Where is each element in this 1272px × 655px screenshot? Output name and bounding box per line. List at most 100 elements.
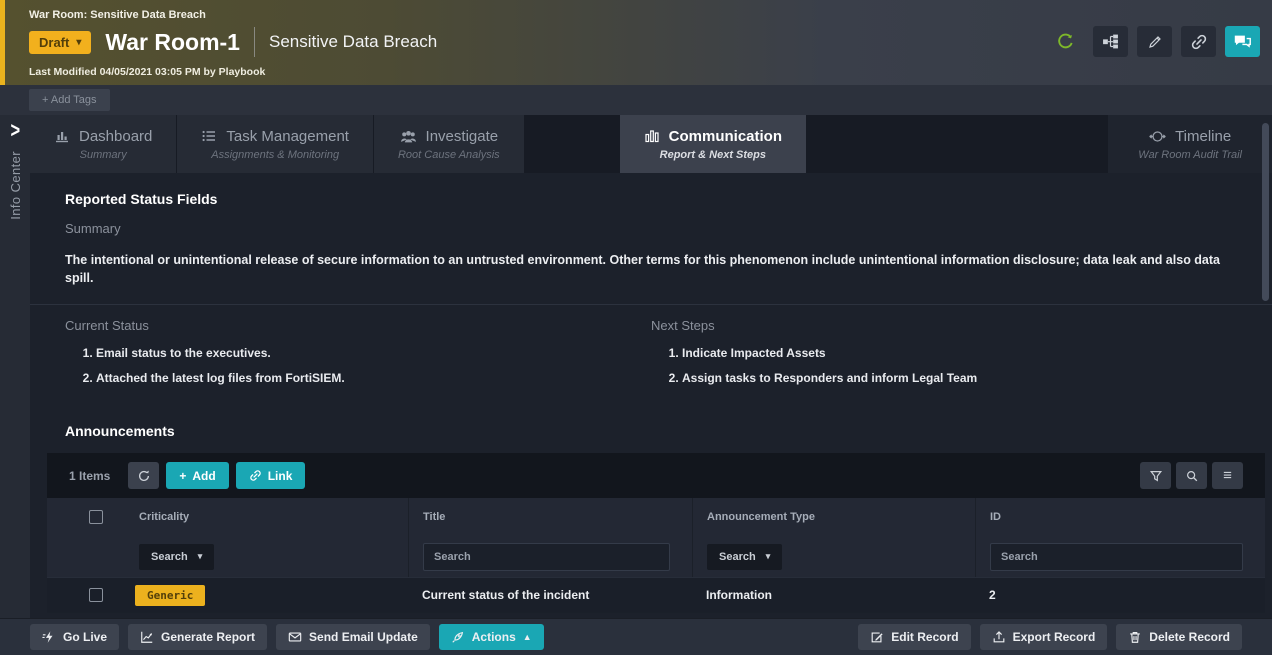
comments-button[interactable] bbox=[1225, 26, 1260, 57]
tab-bar-gap bbox=[525, 115, 620, 173]
tab-sublabel: War Room Audit Trail bbox=[1138, 149, 1242, 161]
record-name: Sensitive Data Breach bbox=[269, 32, 437, 52]
column-header-criticality: Criticality bbox=[139, 511, 189, 523]
type-filter-dropdown[interactable]: Search ▾ bbox=[707, 544, 782, 570]
playbooks-button[interactable] bbox=[1093, 26, 1128, 57]
copy-link-button[interactable] bbox=[1181, 26, 1216, 57]
info-center-label: Info Center bbox=[8, 151, 23, 220]
announcements-toolbar: 1 Items + Add Link bbox=[47, 453, 1265, 498]
column-header-id: ID bbox=[990, 511, 1001, 523]
criticality-filter-dropdown[interactable]: Search ▾ bbox=[139, 544, 214, 570]
footer-right-group: Edit Record Export Record Delete Record bbox=[858, 624, 1242, 650]
next-steps-label: Next Steps bbox=[651, 318, 1237, 333]
table-row[interactable]: Generic Current status of the incident I… bbox=[47, 578, 1265, 613]
tab-bar: Dashboard Summary Task Management Assign… bbox=[30, 115, 1272, 173]
tab-label: Dashboard bbox=[79, 128, 152, 145]
current-status-column: Current Status Email status to the execu… bbox=[65, 318, 651, 396]
chat-icon bbox=[1233, 32, 1252, 51]
tab-timeline[interactable]: Timeline War Room Audit Trail bbox=[1108, 115, 1272, 173]
tab-sublabel: Summary bbox=[80, 149, 127, 161]
list-item: Attached the latest log files from Forti… bbox=[96, 371, 651, 385]
timeline-icon bbox=[1149, 128, 1166, 145]
id-search-input[interactable] bbox=[990, 543, 1243, 571]
header-actions bbox=[1056, 26, 1260, 57]
page-title: War Room-1 bbox=[105, 29, 240, 56]
edit-record-label: Edit Record bbox=[891, 630, 958, 644]
breadcrumb: War Room: Sensitive Data Breach bbox=[29, 9, 1272, 21]
filter-icon bbox=[1149, 469, 1163, 483]
table-menu-button[interactable]: ≡ bbox=[1212, 462, 1243, 489]
sync-status-icon bbox=[1056, 32, 1075, 51]
export-icon bbox=[992, 630, 1006, 644]
generate-report-button[interactable]: Generate Report bbox=[128, 624, 267, 650]
caret-down-icon: ▾ bbox=[76, 37, 81, 48]
delete-record-button[interactable]: Delete Record bbox=[1116, 624, 1242, 650]
announcements-heading: Announcements bbox=[30, 396, 1272, 453]
export-record-button[interactable]: Export Record bbox=[980, 624, 1108, 650]
tab-communication[interactable]: Communication Report & Next Steps bbox=[620, 115, 806, 173]
link-label: Link bbox=[268, 469, 293, 483]
go-live-button[interactable]: Go Live bbox=[30, 624, 119, 650]
last-modified: Last Modified 04/05/2021 03:05 PM by Pla… bbox=[29, 66, 1272, 78]
filter-button[interactable] bbox=[1140, 462, 1171, 489]
edit-record-icon bbox=[870, 630, 884, 644]
vertical-scrollbar[interactable] bbox=[1262, 119, 1269, 614]
announcements-panel: 1 Items + Add Link bbox=[47, 453, 1265, 613]
tab-task-management[interactable]: Task Management Assignments & Monitoring bbox=[177, 115, 373, 173]
expand-chevron-icon[interactable]: > bbox=[10, 118, 20, 144]
tab-label: Investigate bbox=[426, 128, 499, 145]
actions-button[interactable]: Actions ▲ bbox=[439, 624, 544, 650]
row-id: 2 bbox=[989, 588, 996, 602]
add-label: Add bbox=[192, 469, 215, 483]
toolbar-right: ≡ bbox=[1140, 462, 1243, 489]
search-button[interactable] bbox=[1176, 462, 1207, 489]
edit-button[interactable] bbox=[1137, 26, 1172, 57]
tab-dashboard[interactable]: Dashboard Summary bbox=[30, 115, 176, 173]
link-announcement-button[interactable]: Link bbox=[236, 462, 306, 489]
send-email-label: Send Email Update bbox=[309, 630, 418, 644]
plus-icon: + bbox=[179, 469, 186, 483]
war-room-app: War Room: Sensitive Data Breach Draft ▾ … bbox=[0, 0, 1272, 655]
info-center-sidebar[interactable]: > Info Center bbox=[0, 115, 30, 618]
tags-row: + Add Tags bbox=[0, 85, 1272, 115]
tab-investigate[interactable]: Investigate Root Cause Analysis bbox=[374, 115, 524, 173]
content-pane: Dashboard Summary Task Management Assign… bbox=[30, 115, 1272, 618]
export-record-label: Export Record bbox=[1013, 630, 1096, 644]
go-live-icon bbox=[42, 630, 56, 644]
select-all-checkbox[interactable] bbox=[89, 510, 103, 524]
list-item: Assign tasks to Responders and inform Le… bbox=[682, 371, 1237, 385]
next-steps-list: Indicate Impacted Assets Assign tasks to… bbox=[651, 346, 1237, 385]
current-status-list: Email status to the executives. Attached… bbox=[65, 346, 651, 385]
war-room-header: War Room: Sensitive Data Breach Draft ▾ … bbox=[0, 0, 1272, 85]
tab-label: Timeline bbox=[1175, 128, 1231, 145]
bar-chart-icon bbox=[54, 128, 70, 144]
tab-label: Communication bbox=[669, 128, 782, 145]
current-status-label: Current Status bbox=[65, 318, 651, 333]
summary-text: The intentional or unintentional release… bbox=[65, 251, 1248, 287]
refresh-button[interactable] bbox=[128, 462, 159, 489]
add-announcement-button[interactable]: + Add bbox=[166, 462, 228, 489]
search-icon bbox=[1185, 469, 1199, 483]
title-separator bbox=[254, 27, 255, 57]
actions-label: Actions bbox=[472, 630, 516, 644]
status-dropdown[interactable]: Draft ▾ bbox=[29, 31, 91, 54]
refresh-icon bbox=[137, 469, 151, 483]
main-area: > Info Center Dashboard Summary bbox=[0, 115, 1272, 618]
trash-icon bbox=[1128, 630, 1142, 644]
tab-sublabel: Assignments & Monitoring bbox=[211, 149, 339, 161]
edit-record-button[interactable]: Edit Record bbox=[858, 624, 970, 650]
report-chart-icon bbox=[140, 630, 154, 644]
title-search-input[interactable] bbox=[423, 543, 670, 571]
add-tags-button[interactable]: + Add Tags bbox=[29, 89, 110, 111]
go-live-label: Go Live bbox=[63, 630, 107, 644]
row-checkbox[interactable] bbox=[89, 588, 103, 602]
tab-sublabel: Report & Next Steps bbox=[660, 149, 766, 161]
link-icon bbox=[249, 469, 262, 482]
caret-down-icon: ▾ bbox=[766, 551, 771, 562]
sitemap-icon bbox=[1102, 33, 1119, 50]
tab-bar-spacer bbox=[807, 115, 1108, 173]
criticality-badge[interactable]: Generic bbox=[135, 585, 205, 606]
send-email-button[interactable]: Send Email Update bbox=[276, 624, 430, 650]
scrollbar-thumb[interactable] bbox=[1262, 123, 1269, 301]
tab-sublabel: Root Cause Analysis bbox=[398, 149, 500, 161]
